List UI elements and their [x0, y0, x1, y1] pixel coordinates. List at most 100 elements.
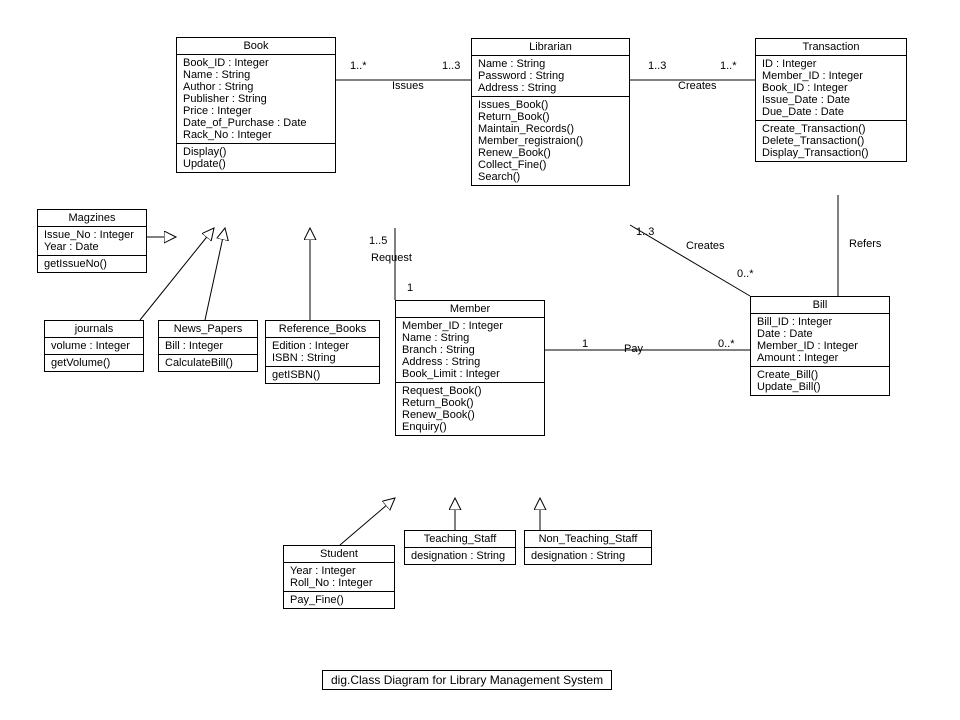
class-attribute: Bill : Integer	[165, 340, 251, 352]
class-operation: CalculateBill()	[165, 357, 251, 369]
class-attributes: ID : IntegerMember_ID : IntegerBook_ID :…	[756, 56, 906, 121]
class-operation: Return_Book()	[402, 397, 538, 409]
class-attribute: Member_ID : Integer	[757, 340, 883, 352]
class-attribute: Edition : Integer	[272, 340, 373, 352]
class-attribute: Publisher : String	[183, 93, 329, 105]
class-operation: Update_Bill()	[757, 381, 883, 393]
class-attribute: Name : String	[402, 332, 538, 344]
class-attribute: Rack_No : Integer	[183, 129, 329, 141]
class-operation: Renew_Book()	[402, 409, 538, 421]
class-attribute: Password : String	[478, 70, 623, 82]
class-attribute: Amount : Integer	[757, 352, 883, 364]
class-name: Book	[177, 38, 335, 55]
class-member: MemberMember_ID : IntegerName : StringBr…	[395, 300, 545, 436]
class-attribute: Name : String	[478, 58, 623, 70]
assoc-creates1-name: Creates	[678, 80, 717, 92]
class-attributes: Member_ID : IntegerName : StringBranch :…	[396, 318, 544, 383]
class-operations: Request_Book()Return_Book()Renew_Book()E…	[396, 383, 544, 435]
class-attribute: Book_ID : Integer	[762, 82, 900, 94]
class-name: Magzines	[38, 210, 146, 227]
class-attribute: Date : Date	[757, 328, 883, 340]
class-attributes: Edition : IntegerISBN : String	[266, 338, 379, 367]
class-bill: BillBill_ID : IntegerDate : DateMember_I…	[750, 296, 890, 396]
class-teaching-staff: Teaching_Staff designation : String	[404, 530, 516, 565]
class-student: StudentYear : IntegerRoll_No : IntegerPa…	[283, 545, 395, 609]
class-attribute: ID : Integer	[762, 58, 900, 70]
assoc-issues-name: Issues	[392, 80, 424, 92]
class-attributes: Year : IntegerRoll_No : Integer	[284, 563, 394, 592]
class-operation: Member_registraion()	[478, 135, 623, 147]
class-attributes: Name : StringPassword : StringAddress : …	[472, 56, 629, 97]
class-operation: Issues_Book()	[478, 99, 623, 111]
class-attribute: Address : String	[478, 82, 623, 94]
class-attribute: Issue_Date : Date	[762, 94, 900, 106]
class-attributes: Book_ID : IntegerName : StringAuthor : S…	[177, 55, 335, 144]
class-attribute: Branch : String	[402, 344, 538, 356]
class-attributes: Bill_ID : IntegerDate : DateMember_ID : …	[751, 314, 889, 367]
class-attribute: ISBN : String	[272, 352, 373, 364]
assoc-request-top-mult: 1..5	[369, 235, 387, 247]
class-operations: Pay_Fine()	[284, 592, 394, 608]
class-name: Bill	[751, 297, 889, 314]
class-operation: Enquiry()	[402, 421, 538, 433]
assoc-issues-right-mult: 1..3	[442, 60, 460, 72]
class-non-teaching-staff: Non_Teaching_Staff designation : String	[524, 530, 652, 565]
class-attribute: Name : String	[183, 69, 329, 81]
class-operations: getVolume()	[45, 355, 143, 371]
class-attribute: Date_of_Purchase : Date	[183, 117, 329, 129]
class-attribute: designation : String	[531, 550, 645, 562]
assoc-creates1-right-mult: 1..*	[720, 60, 737, 72]
class-operations: getIssueNo()	[38, 256, 146, 272]
assoc-request-bottom-mult: 1	[407, 282, 413, 294]
class-reference-books: Reference_BooksEdition : IntegerISBN : S…	[265, 320, 380, 384]
class-attribute: Book_Limit : Integer	[402, 368, 538, 380]
class-name: Transaction	[756, 39, 906, 56]
class-operation: Display()	[183, 146, 329, 158]
class-book: BookBook_ID : IntegerName : StringAuthor…	[176, 37, 336, 173]
class-operation: getIssueNo()	[44, 258, 140, 270]
class-attribute: Roll_No : Integer	[290, 577, 388, 589]
class-name: journals	[45, 321, 143, 338]
assoc-issues-left-mult: 1..*	[350, 60, 367, 72]
class-operation: Collect_Fine()	[478, 159, 623, 171]
class-attribute: Year : Integer	[290, 565, 388, 577]
assoc-request-name: Request	[371, 252, 412, 264]
class-name: Member	[396, 301, 544, 318]
uml-canvas: BookBook_ID : IntegerName : StringAuthor…	[0, 0, 960, 720]
class-magazines: MagzinesIssue_No : IntegerYear : Dateget…	[37, 209, 147, 273]
class-operation: Pay_Fine()	[290, 594, 388, 606]
class-attributes: designation : String	[525, 548, 651, 564]
class-attribute: designation : String	[411, 550, 509, 562]
class-attribute: Bill_ID : Integer	[757, 316, 883, 328]
class-name: News_Papers	[159, 321, 257, 338]
class-operation: getISBN()	[272, 369, 373, 381]
class-attribute: Year : Date	[44, 241, 140, 253]
class-attribute: Issue_No : Integer	[44, 229, 140, 241]
class-name: Non_Teaching_Staff	[525, 531, 651, 548]
class-attribute: Due_Date : Date	[762, 106, 900, 118]
class-attribute: Author : String	[183, 81, 329, 93]
assoc-creates2-bottom-mult: 0..*	[737, 268, 754, 280]
class-operations: CalculateBill()	[159, 355, 257, 371]
class-name: Teaching_Staff	[405, 531, 515, 548]
class-attributes: Issue_No : IntegerYear : Date	[38, 227, 146, 256]
class-news-papers: News_Papers Bill : Integer CalculateBill()	[158, 320, 258, 372]
class-operation: getVolume()	[51, 357, 137, 369]
class-operation: Maintain_Records()	[478, 123, 623, 135]
class-name: Reference_Books	[266, 321, 379, 338]
class-attributes: designation : String	[405, 548, 515, 564]
class-librarian: LibrarianName : StringPassword : StringA…	[471, 38, 630, 186]
class-transaction: TransactionID : IntegerMember_ID : Integ…	[755, 38, 907, 162]
class-attribute: Member_ID : Integer	[402, 320, 538, 332]
class-operations: Create_Transaction()Delete_Transaction()…	[756, 121, 906, 161]
class-attribute: Address : String	[402, 356, 538, 368]
assoc-pay-right-mult: 0..*	[718, 338, 735, 350]
class-attribute: Price : Integer	[183, 105, 329, 117]
assoc-creates1-left-mult: 1..3	[648, 60, 666, 72]
class-attribute: Book_ID : Integer	[183, 57, 329, 69]
class-operation: Create_Transaction()	[762, 123, 900, 135]
class-operation: Delete_Transaction()	[762, 135, 900, 147]
class-name: Librarian	[472, 39, 629, 56]
assoc-creates2-name: Creates	[686, 240, 725, 252]
class-name: Student	[284, 546, 394, 563]
